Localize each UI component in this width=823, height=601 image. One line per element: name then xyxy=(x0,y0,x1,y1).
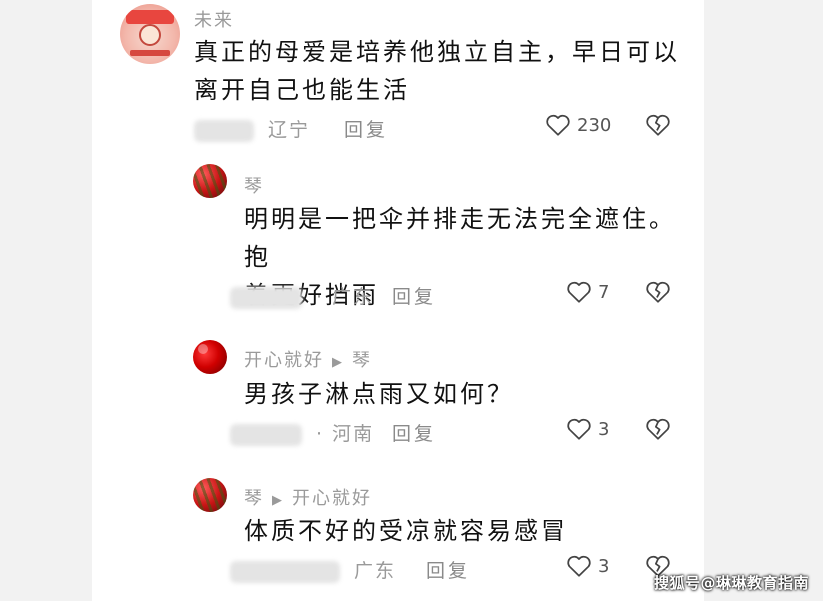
avatar-face xyxy=(139,24,161,46)
comment-text-line: 体质不好的受凉就容易感冒 xyxy=(244,517,568,545)
heart-outline-icon xyxy=(567,555,591,577)
comment-text-line: 离开自己也能生活 xyxy=(194,76,410,104)
blurred-timestamp xyxy=(194,119,254,142)
avatar[interactable] xyxy=(193,340,227,374)
blurred-timestamp xyxy=(230,423,302,446)
location-text: 河南 xyxy=(332,423,375,445)
heart-outline-icon xyxy=(546,114,570,136)
comment-location: 广东 xyxy=(230,556,396,583)
avatar[interactable] xyxy=(193,478,227,512)
comment-location: · 河南 xyxy=(230,419,374,446)
like-button[interactable]: 3 xyxy=(566,554,609,578)
comment-text-line: 男孩子淋点雨又如何？ xyxy=(244,380,514,408)
blurred-timestamp xyxy=(230,560,340,583)
comment-text-line: 真正的母爱是培养他独立自主，早日可以 xyxy=(194,38,680,66)
location-text: 广东 xyxy=(354,560,397,582)
play-triangle-icon: ▶ xyxy=(272,493,284,508)
comment-username[interactable]: 琴 ▶ 开心就好 xyxy=(244,484,372,510)
location-text: 辽宁 xyxy=(268,119,311,141)
comment-text: 男孩子淋点雨又如何？ xyxy=(244,375,684,413)
avatar-banner xyxy=(126,10,174,24)
broken-heart-icon xyxy=(646,418,670,440)
like-count: 3 xyxy=(598,555,610,577)
comment-location: · 广东 xyxy=(230,282,374,309)
reply-button[interactable]: 回复 xyxy=(344,115,388,142)
heart-outline-icon xyxy=(567,281,591,303)
commenter-name[interactable]: 开心就好 xyxy=(244,350,324,371)
avatar-tag xyxy=(130,50,170,56)
avatar[interactable] xyxy=(120,4,180,64)
separator-dot: · xyxy=(316,423,325,445)
play-triangle-icon: ▶ xyxy=(332,355,344,370)
like-button[interactable]: 3 xyxy=(566,417,609,441)
dislike-button[interactable] xyxy=(645,417,671,445)
comment-username[interactable]: 开心就好 ▶ 琴 xyxy=(244,346,372,372)
comment-text-line: 明明是一把伞并排走无法完全遮住。抱 xyxy=(244,205,676,271)
like-count: 7 xyxy=(598,281,610,303)
like-button[interactable]: 7 xyxy=(566,280,609,304)
reply-to-name[interactable]: 琴 xyxy=(352,350,372,371)
dislike-button[interactable] xyxy=(645,113,671,141)
commenter-name[interactable]: 琴 xyxy=(244,488,264,509)
like-count: 3 xyxy=(598,418,610,440)
dislike-button[interactable] xyxy=(645,280,671,308)
heart-outline-icon xyxy=(567,418,591,440)
broken-heart-icon xyxy=(646,114,670,136)
comment-username[interactable]: 琴 xyxy=(244,172,264,198)
avatar[interactable] xyxy=(193,164,227,198)
comment-text: 真正的母爱是培养他独立自主，早日可以 离开自己也能生活 xyxy=(194,33,684,109)
comment-username[interactable]: 未来 xyxy=(194,6,234,32)
location-text: 广东 xyxy=(332,286,375,308)
broken-heart-icon xyxy=(646,281,670,303)
comment-location: 辽宁 xyxy=(194,115,310,142)
like-button[interactable]: 230 xyxy=(545,113,611,137)
blurred-timestamp xyxy=(230,286,302,309)
reply-button[interactable]: 回复 xyxy=(392,282,436,309)
comment-text: 体质不好的受凉就容易感冒 xyxy=(244,512,684,550)
reply-button[interactable]: 回复 xyxy=(392,419,436,446)
reply-to-name[interactable]: 开心就好 xyxy=(292,488,372,509)
like-count: 230 xyxy=(577,114,612,136)
separator-dot: · xyxy=(316,286,325,308)
watermark: 搜狐号@琳琳教育指南 xyxy=(653,574,809,592)
reply-button[interactable]: 回复 xyxy=(426,556,470,583)
